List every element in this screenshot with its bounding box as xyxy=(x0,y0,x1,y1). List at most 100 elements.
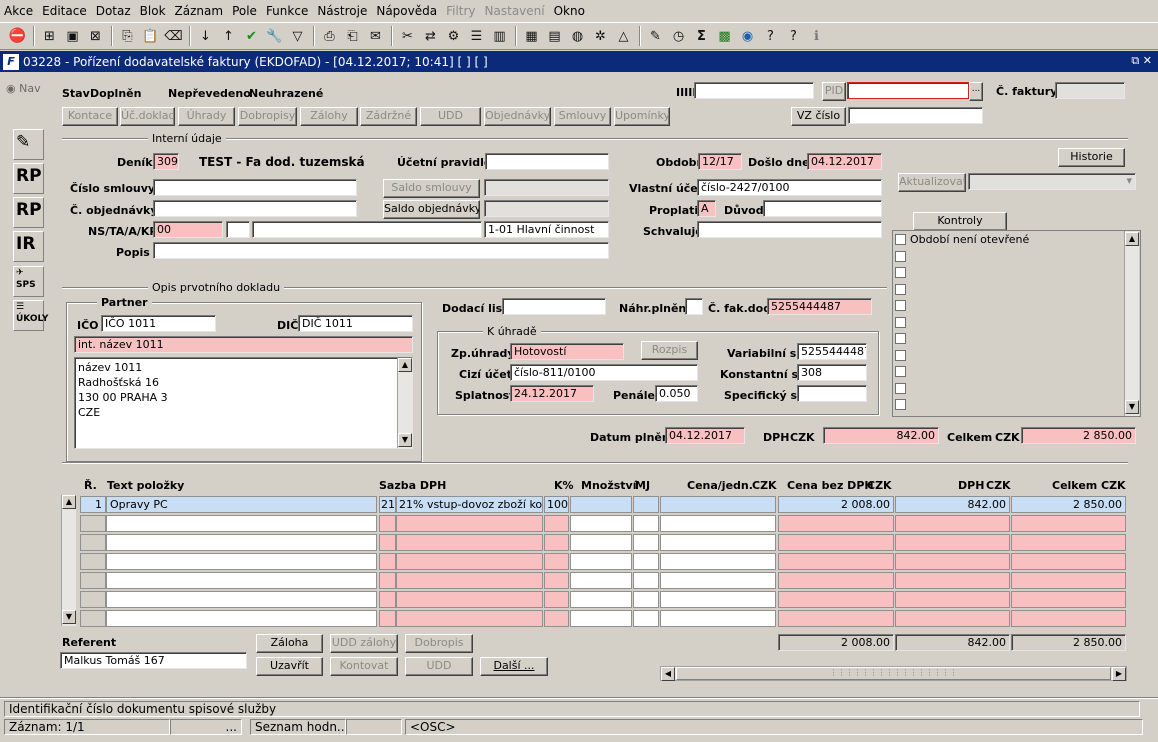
sum-bez[interactable]: 2 008.00 xyxy=(778,634,894,651)
save-icon[interactable]: ▣ xyxy=(63,27,82,46)
rp-eu-icon[interactable]: RP xyxy=(13,197,44,228)
grid-cell[interactable] xyxy=(379,515,396,532)
duvod-field[interactable] xyxy=(763,200,882,217)
popis-field[interactable] xyxy=(153,242,609,259)
grid-cell[interactable] xyxy=(633,591,659,608)
grid-cell[interactable] xyxy=(778,553,894,570)
aktualizovat-select[interactable]: ▾ xyxy=(968,173,1136,190)
kontroly-checkbox[interactable] xyxy=(895,399,906,410)
copy-icon[interactable]: ⎘ xyxy=(118,27,137,46)
grid-cell[interactable] xyxy=(106,572,377,589)
gear-icon[interactable]: ✲ xyxy=(591,27,610,46)
wrench-icon[interactable]: 🔧 xyxy=(265,27,284,46)
grid-cell[interactable] xyxy=(570,534,632,551)
scroll-down-icon[interactable]: ▼ xyxy=(398,433,412,447)
kp-field[interactable]: 1-01 Hlavní činnost xyxy=(484,221,609,238)
edit-document-icon[interactable]: ✎ xyxy=(13,129,44,160)
dic-field[interactable]: DIČ 1011 xyxy=(298,315,413,332)
check-icon[interactable]: ✔ xyxy=(242,27,261,46)
aktualizovat-button[interactable]: Aktualizovat xyxy=(898,173,966,192)
grid-cell[interactable] xyxy=(80,534,106,551)
pid-button[interactable]: PID xyxy=(822,82,846,101)
tab-0[interactable]: Kontace xyxy=(62,107,118,126)
menu-item-3[interactable]: Blok xyxy=(140,4,166,18)
clear-icon[interactable]: ⌫ xyxy=(164,27,183,46)
question-icon[interactable]: ? xyxy=(784,27,803,46)
grid-cell[interactable] xyxy=(660,572,776,589)
grid-cell[interactable] xyxy=(895,572,1010,589)
row1-sazba-code[interactable]: 21 xyxy=(379,496,396,513)
grid-cell[interactable] xyxy=(106,515,377,532)
grid-cell[interactable] xyxy=(1011,534,1126,551)
row1-celkem[interactable]: 2 850.00 xyxy=(1011,496,1126,513)
udd-zalohy-button[interactable]: UDD zálohy xyxy=(330,634,398,653)
kontroly-checkbox[interactable] xyxy=(895,250,906,262)
paste-icon[interactable]: 📋 xyxy=(141,27,160,46)
penale-field[interactable]: 0.050 xyxy=(655,385,698,402)
kontroly-checkbox[interactable] xyxy=(895,267,906,278)
grid-cell[interactable] xyxy=(633,610,659,627)
grid-cell[interactable] xyxy=(1011,553,1126,570)
schvaluje-field[interactable] xyxy=(697,221,882,238)
clock-icon[interactable]: ◷ xyxy=(669,27,688,46)
kontroly-checkbox[interactable] xyxy=(895,366,906,377)
grid-cell[interactable] xyxy=(80,515,106,532)
kontroly-button[interactable]: Kontroly xyxy=(913,212,1007,231)
doslo-field[interactable]: 04.12.2017 xyxy=(807,153,882,170)
sum-dph[interactable]: 842.00 xyxy=(895,634,1010,651)
grid-cell[interactable] xyxy=(570,515,632,532)
columns-icon[interactable]: ▥ xyxy=(490,27,509,46)
kontroly-checkbox[interactable] xyxy=(895,349,906,361)
saldo-objednavky-button[interactable]: Saldo objednávky xyxy=(383,200,480,219)
grid-cell[interactable] xyxy=(895,515,1010,532)
calculator-icon[interactable]: ▦ xyxy=(522,27,541,46)
vs-field[interactable]: 5255444487 xyxy=(797,343,867,360)
splatnost-field[interactable]: 24.12.2017 xyxy=(510,385,594,402)
grid-cell[interactable] xyxy=(1011,610,1126,627)
tools-icon[interactable]: ⚙ xyxy=(444,27,463,46)
pid-lookup-button[interactable]: ... xyxy=(969,82,983,101)
mail-icon[interactable]: ✉ xyxy=(366,27,385,46)
grid-cell[interactable] xyxy=(570,591,632,608)
menu-item-10[interactable]: Nastavení xyxy=(485,4,545,18)
grid-cell[interactable] xyxy=(544,534,569,551)
row1-dph[interactable]: 842.00 xyxy=(895,496,1010,513)
rozpis-button[interactable]: Rozpis xyxy=(641,341,698,360)
scroll-left-icon[interactable]: ◀ xyxy=(661,667,675,681)
cislo-faktury-field[interactable] xyxy=(1055,82,1125,99)
row1-mnozstvi[interactable] xyxy=(570,496,632,513)
saldo-smlouvy-field[interactable] xyxy=(484,179,609,196)
sum-celkem[interactable]: 2 850.00 xyxy=(1011,634,1126,651)
ns-field[interactable]: 00 xyxy=(153,221,223,238)
grid-cell[interactable] xyxy=(80,591,106,608)
grid-cell[interactable] xyxy=(633,572,659,589)
globe-icon[interactable]: ◍ xyxy=(568,27,587,46)
scroll-up-icon[interactable]: ▲ xyxy=(1125,232,1139,246)
sort-desc-icon[interactable]: ↑ xyxy=(219,27,238,46)
tab-4[interactable]: Zálohy xyxy=(300,107,358,126)
cislo-smlouvy-field[interactable] xyxy=(153,179,357,196)
row1-cena[interactable] xyxy=(660,496,776,513)
celkem-total-field[interactable]: 2 850.00 xyxy=(1021,427,1136,444)
grid-cell[interactable] xyxy=(396,515,543,532)
grid-cell[interactable] xyxy=(379,591,396,608)
menu-item-1[interactable]: Editace xyxy=(42,4,87,18)
zaloha-button[interactable]: Záloha xyxy=(256,634,323,653)
kontroly-checkbox[interactable] xyxy=(895,234,906,245)
grid-cell[interactable] xyxy=(396,534,543,551)
kontroly-checkbox[interactable] xyxy=(895,333,906,344)
datum-plneni-field[interactable]: 04.12.2017 xyxy=(665,427,745,444)
address-scrollbar[interactable]: ▲ ▼ xyxy=(397,358,412,448)
grid-cell[interactable] xyxy=(660,515,776,532)
kontroly-checkbox[interactable] xyxy=(895,382,906,394)
cfak-field[interactable]: 5255444487 xyxy=(767,298,872,315)
grid-cell[interactable] xyxy=(633,534,659,551)
dph-total-field[interactable]: 842.00 xyxy=(823,427,939,444)
grid-cell[interactable] xyxy=(778,515,894,532)
row1-sazba[interactable]: 21% vstup-dovoz zboží koef. xyxy=(396,496,543,513)
ks-field[interactable]: 308 xyxy=(797,364,867,381)
add-record-icon[interactable]: ⊞ xyxy=(40,27,59,46)
grid-cell[interactable] xyxy=(80,610,106,627)
chart-icon[interactable]: △ xyxy=(614,27,633,46)
kontroly-checkbox[interactable] xyxy=(895,316,906,328)
